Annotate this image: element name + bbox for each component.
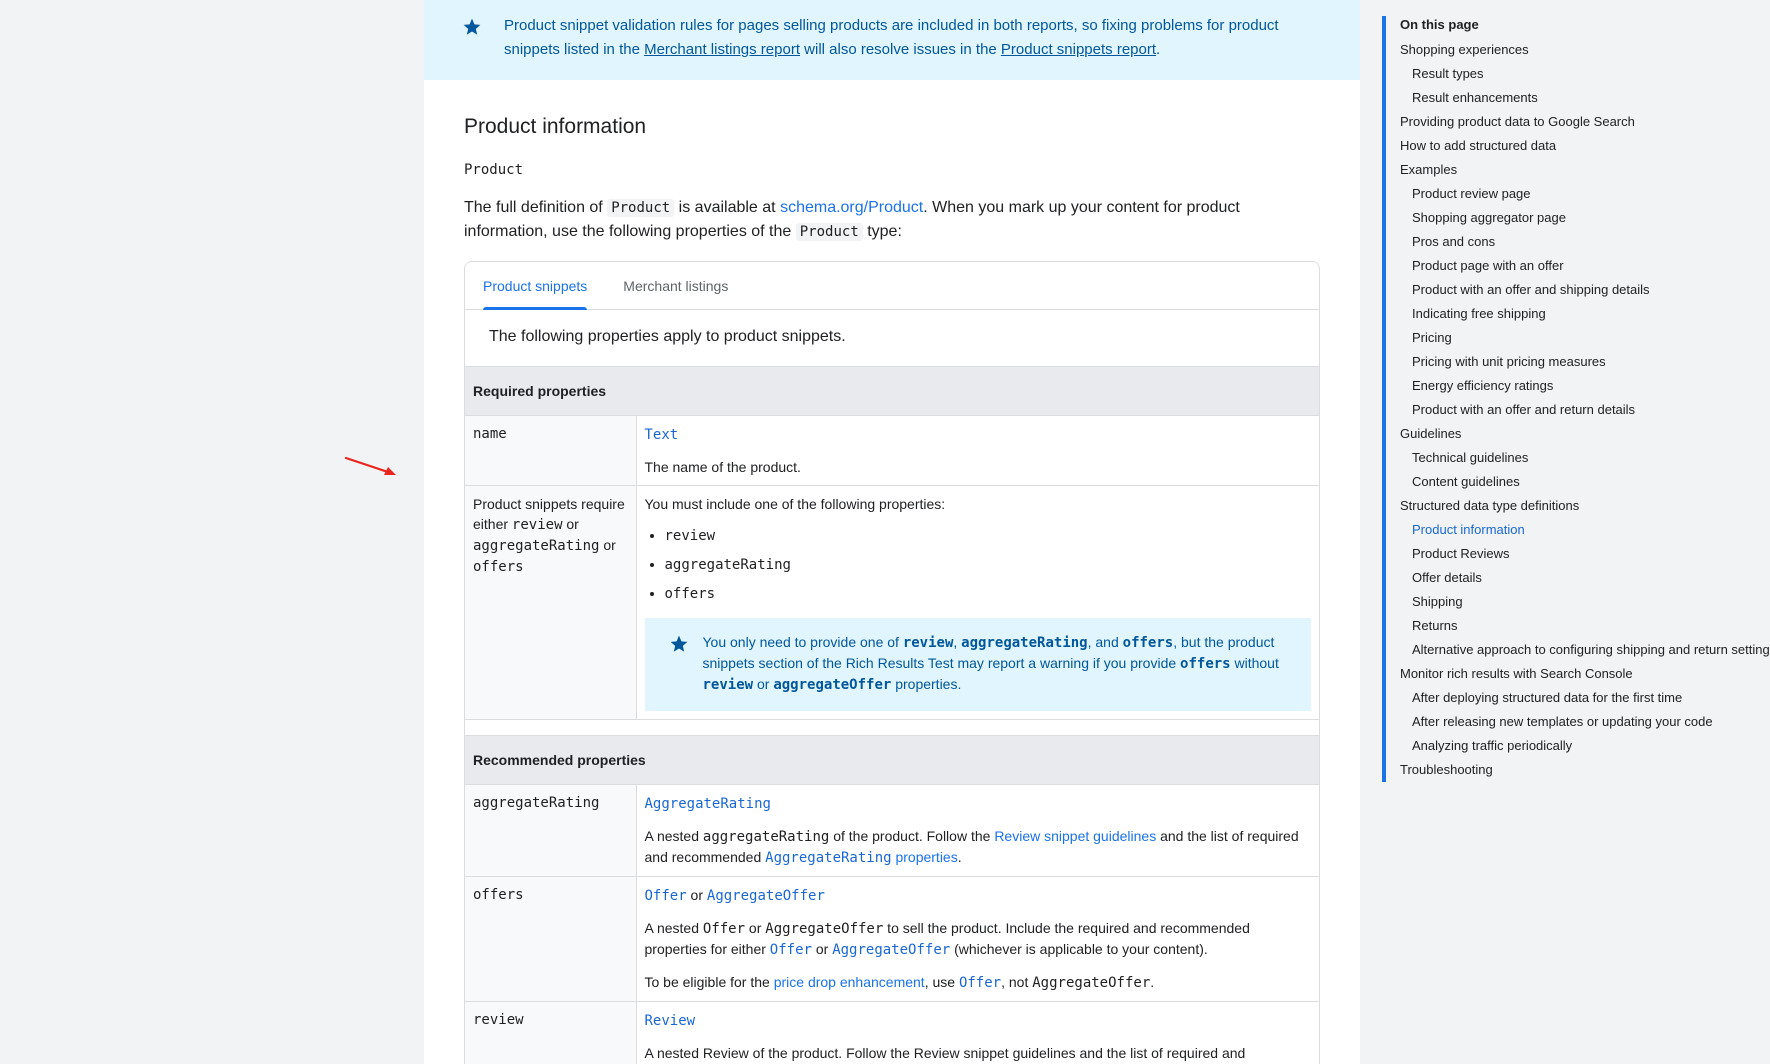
star-icon — [462, 17, 482, 37]
top-info-note: Product snippet validation rules for pag… — [424, 0, 1360, 80]
table-spacer — [465, 719, 1319, 736]
toc-item[interactable]: Product page with an offer — [1400, 254, 1770, 278]
tab-bar: Product snippets Merchant listings — [465, 262, 1319, 310]
toc-item[interactable]: Pricing with unit pricing measures — [1400, 350, 1770, 374]
recommended-properties-heading: Recommended properties — [465, 735, 1319, 785]
toc-item[interactable]: Indicating free shipping — [1400, 302, 1770, 326]
inner-note-text: You only need to provide one of review, … — [702, 634, 1279, 693]
offer-link[interactable]: Offer — [959, 975, 1001, 991]
toc-item[interactable]: Providing product data to Google Search — [1400, 110, 1770, 134]
property-description: Offer or AggregateOffer A nested Offer o… — [636, 876, 1319, 1002]
toc-item[interactable]: Examples — [1400, 158, 1770, 182]
aggregateoffer-link[interactable]: AggregateOffer — [832, 942, 950, 958]
type-link-text[interactable]: Text — [645, 427, 679, 443]
toc-item[interactable]: Product with an offer and shipping detai… — [1400, 278, 1770, 302]
type-link-text[interactable]: Review — [645, 1013, 696, 1029]
property-name: Product snippets require either review o… — [465, 485, 637, 720]
table-row: Required properties — [465, 366, 1319, 416]
aggregaterating-properties-link[interactable]: AggregateRating — [765, 850, 891, 866]
toc-item[interactable]: Returns — [1400, 614, 1770, 638]
section-heading: Product information — [464, 115, 647, 138]
product-snippets-report-link[interactable]: Product snippets report — [1001, 41, 1156, 58]
table-row: aggregateRating AggregateRating A nested… — [465, 784, 1319, 877]
property-description: You must include one of the following pr… — [636, 485, 1319, 720]
toc-item[interactable]: Shopping experiences — [1400, 38, 1770, 62]
schema-product-link[interactable]: schema.org/Product — [780, 199, 923, 216]
property-name: aggregateRating — [465, 784, 637, 877]
toc-item[interactable]: Technical guidelines — [1400, 446, 1770, 470]
table-row: Product snippets require either review o… — [465, 485, 1319, 720]
price-drop-enhancement-link[interactable]: price drop enhancement — [774, 974, 925, 990]
required-properties-heading: Required properties — [465, 366, 1319, 416]
toc-item[interactable]: How to add structured data — [1400, 134, 1770, 158]
type-link-text[interactable]: Offer — [645, 888, 687, 904]
tab-intro: The following properties apply to produc… — [489, 328, 846, 345]
property-description: Review A nested Review of the product. F… — [636, 1001, 1319, 1064]
toc-item[interactable]: Shopping aggregator page — [1400, 206, 1770, 230]
table-row: Recommended properties — [465, 735, 1319, 785]
property-tabs: Product snippets Merchant listings The f… — [464, 261, 1320, 1064]
property-description: AggregateRating A nested aggregateRating… — [636, 784, 1319, 877]
tab-product-snippets[interactable]: Product snippets — [483, 262, 588, 310]
properties-table: Required properties name Text The name o… — [465, 366, 1319, 1064]
toc-item[interactable]: Content guidelines — [1400, 470, 1770, 494]
toc-item[interactable]: Structured data type definitions — [1400, 494, 1770, 518]
toc-item[interactable]: Troubleshooting — [1400, 758, 1770, 782]
property-name: offers — [465, 876, 637, 1002]
toc-item[interactable]: Monitor rich results with Search Console — [1400, 662, 1770, 686]
table-row: review Review A nested Review of the pro… — [465, 1001, 1319, 1064]
toc-item[interactable]: Product with an offer and return details — [1400, 398, 1770, 422]
star-icon — [669, 634, 689, 654]
toc-item[interactable]: Product review page — [1400, 182, 1770, 206]
toc-title: On this page — [1400, 17, 1479, 32]
toc-item[interactable]: Offer details — [1400, 566, 1770, 590]
type-link-text[interactable]: AggregateOffer — [707, 888, 825, 904]
toc-list: Shopping experiences Result types Result e… — [1400, 38, 1770, 782]
toc-item[interactable]: Product Reviews — [1400, 542, 1770, 566]
tab-merchant-listings[interactable]: Merchant listings — [623, 262, 728, 309]
table-row: offers Offer or AggregateOffer A nested … — [465, 876, 1319, 1002]
property-name: review — [465, 1001, 637, 1064]
options-list: review aggregateRating offers — [665, 526, 1312, 604]
toc-item[interactable]: Alternative approach to configuring ship… — [1400, 638, 1770, 662]
list-item: aggregateRating — [665, 555, 1312, 575]
offer-link[interactable]: Offer — [770, 942, 812, 958]
toc-item[interactable]: Energy efficiency ratings — [1400, 374, 1770, 398]
toc-item[interactable]: Pros and cons — [1400, 230, 1770, 254]
review-snippet-guidelines-link[interactable]: Review snippet guidelines — [994, 828, 1156, 844]
toc-item[interactable]: Analyzing traffic periodically — [1400, 734, 1770, 758]
top-note-text: Product snippet validation rules for pag… — [504, 17, 1279, 58]
article-content: Product snippet validation rules for pag… — [424, 0, 1360, 1064]
toc-item[interactable]: Result enhancements — [1400, 86, 1770, 110]
toc-item[interactable]: Product information — [1400, 518, 1770, 542]
toc-item[interactable]: Result types — [1400, 62, 1770, 86]
property-name: name — [465, 415, 637, 486]
section-intro: The full definition of Product is availa… — [464, 199, 1240, 241]
table-of-contents: On this page Shopping experiences Result … — [1382, 16, 1770, 782]
toc-item[interactable]: After deploying structured data for the … — [1400, 686, 1770, 710]
type-link-text[interactable]: AggregateRating — [645, 796, 771, 812]
merchant-listings-report-link[interactable]: Merchant listings report — [644, 41, 800, 58]
inner-info-note: You only need to provide one of review, … — [644, 618, 1311, 711]
red-arrow-annotation — [344, 456, 396, 475]
list-item: offers — [665, 584, 1312, 604]
toc-item[interactable]: After releasing new templates or updatin… — [1400, 710, 1770, 734]
toc-item[interactable]: Guidelines — [1400, 422, 1770, 446]
list-item: review — [665, 526, 1312, 546]
type-name: Product — [464, 162, 524, 178]
toc-item[interactable]: Shipping — [1400, 590, 1770, 614]
property-description: Text The name of the product. — [636, 415, 1319, 486]
toc-item[interactable]: Pricing — [1400, 326, 1770, 350]
table-row: name Text The name of the product. — [465, 415, 1319, 486]
properties-link[interactable]: properties — [892, 849, 957, 865]
